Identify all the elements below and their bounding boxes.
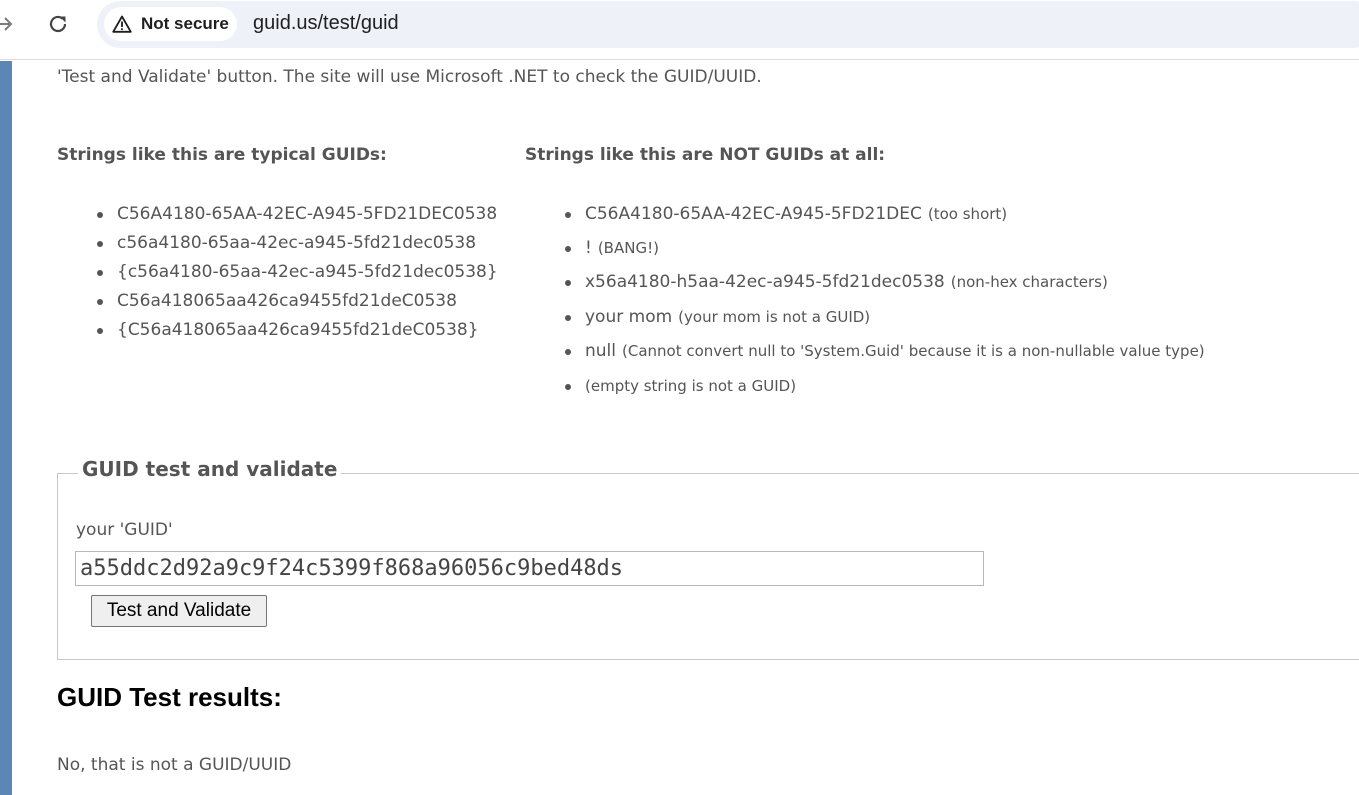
list-item: x56a4180-h5aa-42ec-a945-5fd21dec0538 (non… xyxy=(565,272,1108,292)
list-item: {C56a418065aa426ca9455fd21deC0538} xyxy=(97,320,479,340)
list-item: (empty string is not a GUID) xyxy=(565,376,796,396)
browser-toolbar: Not secure guid.us/test/guid xyxy=(0,0,1359,60)
list-item: your mom (your mom is not a GUID) xyxy=(565,307,870,327)
results-heading: GUID Test results: xyxy=(57,682,282,712)
list-item: C56A4180-65AA-42EC-A945-5FD21DEC (too sho… xyxy=(565,204,1007,224)
invalid-guids-heading: Strings like this are NOT GUIDs at all: xyxy=(525,145,886,165)
valid-guids-heading: Strings like this are typical GUIDs: xyxy=(57,145,387,165)
list-item: C56A4180-65AA-42EC-A945-5FD21DEC0538 xyxy=(97,204,497,224)
result-text: No, that is not a GUID/UUID xyxy=(57,755,292,775)
guid-field-label: your 'GUID' xyxy=(76,520,173,540)
list-item: ! (BANG!) xyxy=(565,238,659,258)
list-item: null (Cannot convert null to 'System.Guid… xyxy=(565,341,1205,361)
forward-arrow-icon[interactable] xyxy=(0,13,16,35)
intro-text: 'Test and Validate' button. The site wil… xyxy=(57,67,762,87)
reload-icon[interactable] xyxy=(46,12,70,36)
list-item: {c56a4180-65aa-42ec-a945-5fd21dec0538} xyxy=(97,262,498,282)
warning-triangle-icon xyxy=(112,15,132,33)
list-item: c56a4180-65aa-42ec-a945-5fd21dec0538 xyxy=(97,233,476,253)
security-indicator[interactable]: Not secure xyxy=(104,7,237,41)
test-and-validate-button[interactable]: Test and Validate xyxy=(91,595,267,627)
url-text[interactable]: guid.us/test/guid xyxy=(253,12,399,35)
fieldset-legend: GUID test and validate xyxy=(78,457,342,481)
security-label: Not secure xyxy=(141,14,229,33)
guid-input[interactable] xyxy=(75,551,984,586)
left-accent-bar xyxy=(0,61,12,795)
list-item: C56a418065aa426ca9455fd21deC0538 xyxy=(97,291,457,311)
